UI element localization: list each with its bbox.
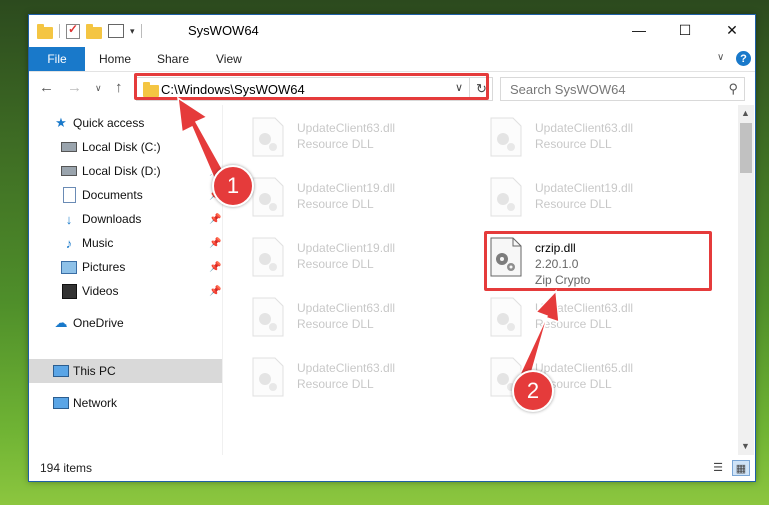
- arrow-to-address-bar: [177, 96, 226, 180]
- step-2-badge: 2: [512, 370, 554, 412]
- step-1-badge: 1: [212, 165, 254, 207]
- annotation-arrows: [177, 96, 560, 380]
- arrow-to-crzip-file: [518, 289, 560, 380]
